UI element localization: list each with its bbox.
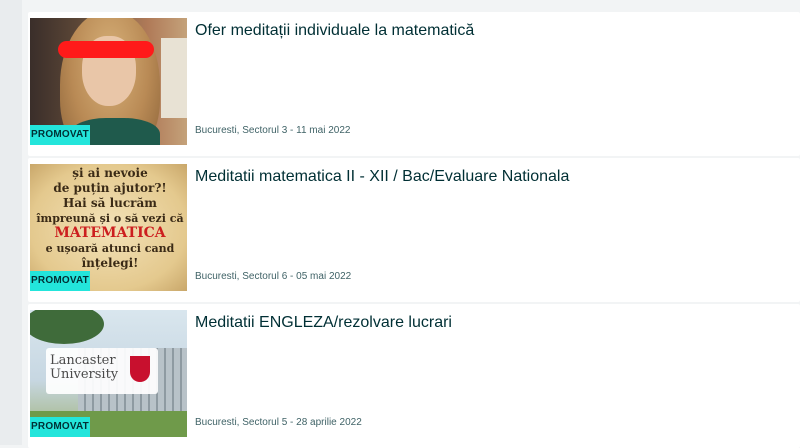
listing-location-date: Bucuresti, Sectorul 6 - 05 mai 2022 — [195, 271, 352, 282]
listing-thumbnail[interactable]: PROMOVAT — [30, 18, 187, 145]
university-logo: Lancaster University — [46, 348, 158, 394]
redaction-bar — [58, 41, 154, 58]
listing-location-date: Bucuresti, Sectorul 3 - 11 mai 2022 — [195, 125, 351, 136]
promoted-badge: PROMOVAT — [30, 417, 90, 437]
listing-title[interactable]: Meditatii matematica II - XII / Bac/Eval… — [195, 168, 569, 186]
listing-location-date: Bucuresti, Sectorul 5 - 28 aprilie 2022 — [195, 417, 362, 428]
listing-card[interactable]: Lancaster University PROMOVAT Meditatii … — [28, 304, 800, 448]
left-rail — [0, 0, 22, 445]
thumbnail-text: și ai nevoie de puțin ajutor?! Hai să lu… — [36, 166, 184, 270]
listing-title[interactable]: Ofer meditații individuale la matematică — [195, 22, 474, 40]
listing-card[interactable]: PROMOVAT Ofer meditații individuale la m… — [28, 12, 800, 156]
listing-thumbnail[interactable]: Lancaster University PROMOVAT — [30, 310, 187, 437]
promoted-badge: PROMOVAT — [30, 271, 90, 291]
listing-title[interactable]: Meditatii ENGLEZA/rezolvare lucrari — [195, 314, 452, 332]
listing-thumbnail[interactable]: și ai nevoie de puțin ajutor?! Hai să lu… — [30, 164, 187, 291]
crest-icon — [130, 356, 150, 382]
promoted-badge: PROMOVAT — [30, 125, 90, 145]
listing-card[interactable]: și ai nevoie de puțin ajutor?! Hai să lu… — [28, 158, 800, 302]
